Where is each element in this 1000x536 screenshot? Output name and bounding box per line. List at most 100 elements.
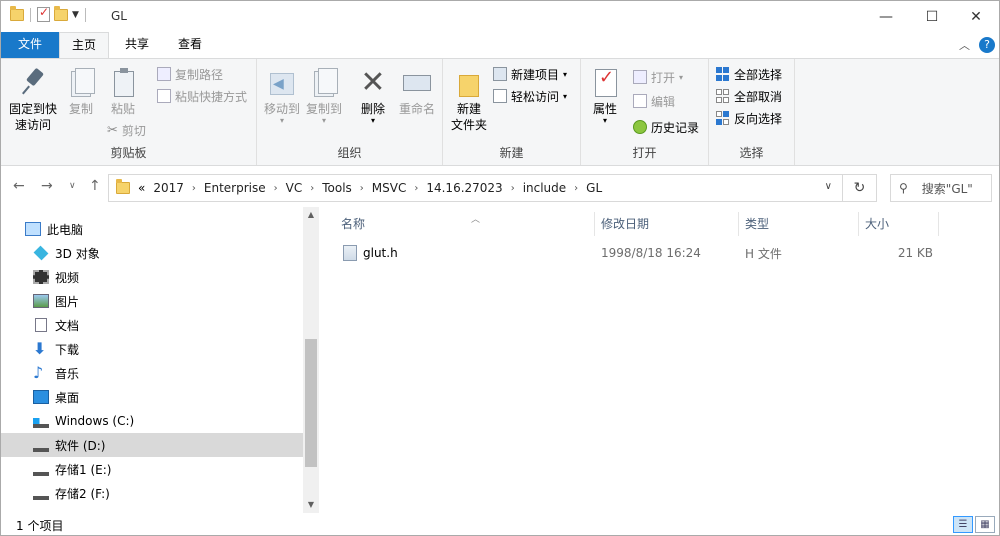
edit-label: 编辑 — [651, 94, 676, 109]
nav-item-music[interactable]: ♪ 音乐 — [1, 361, 303, 385]
scroll-up-icon[interactable]: ▲ — [303, 207, 319, 223]
back-arrow-icon[interactable]: ← — [13, 178, 25, 194]
tab-view[interactable]: 查看 — [167, 32, 213, 58]
easy-access-button[interactable]: 轻松访问 ▾ — [493, 87, 567, 105]
copy-path-icon — [157, 67, 171, 81]
address-bar[interactable]: « 2017 › Enterprise › VC › Tools › MSVC › 14.… — [108, 174, 843, 202]
search-box[interactable]: ⚲ 搜索"GL" — [890, 174, 992, 202]
rename-button[interactable]: 重命名 — [395, 67, 439, 117]
refresh-button[interactable]: ↻ — [843, 174, 877, 202]
invert-selection-button[interactable]: 反向选择 — [716, 109, 782, 127]
select-all-button[interactable]: 全部选择 — [716, 65, 782, 83]
chevron-right-icon[interactable]: › — [511, 183, 515, 194]
header-file-icon — [343, 245, 357, 261]
paste-button[interactable]: 粘贴 — [105, 67, 141, 117]
breadcrumb-item[interactable]: Enterprise — [204, 181, 266, 195]
nav-item-documents[interactable]: 文档 — [1, 313, 303, 337]
pin-quick-access-button[interactable]: 固定到快 速访问 — [7, 67, 59, 133]
breadcrumb-item[interactable]: GL — [586, 181, 602, 195]
nav-item-drive-d[interactable]: 软件 (D:) — [1, 433, 303, 457]
nav-scrollbar[interactable]: ▲ ▼ — [303, 207, 319, 513]
customize-qat-dropdown-icon[interactable]: ▼ — [72, 10, 79, 20]
cut-button[interactable]: ✂ 剪切 — [107, 121, 146, 139]
breadcrumb-item[interactable]: include — [523, 181, 566, 195]
column-header-name[interactable]: ︿ 名称 — [335, 212, 595, 236]
nav-item-pictures[interactable]: 图片 — [1, 289, 303, 313]
group-label-select: 选择 — [739, 146, 764, 160]
history-button[interactable]: 历史记录 — [633, 118, 699, 136]
copy-button[interactable]: 复制 — [63, 67, 99, 117]
scissors-icon: ✂ — [107, 122, 118, 138]
nav-item-this-pc[interactable]: 此电脑 — [1, 217, 303, 241]
scroll-down-icon[interactable]: ▼ — [303, 497, 319, 513]
collapse-ribbon-icon[interactable]: ︿ — [959, 37, 970, 53]
chevron-right-icon[interactable]: › — [360, 183, 364, 194]
tab-file[interactable]: 文件 — [1, 32, 59, 58]
easy-access-icon — [493, 89, 507, 103]
chevron-right-icon[interactable]: › — [414, 183, 418, 194]
nav-item-drive-c[interactable]: Windows (C:) — [1, 409, 303, 433]
edit-button[interactable]: 编辑 — [633, 92, 675, 110]
select-none-label: 全部取消 — [734, 89, 783, 104]
easy-access-label: 轻松访问 — [511, 89, 560, 104]
copy-path-button[interactable]: 复制路径 — [157, 65, 223, 83]
dropdown-icon: ▾ — [602, 116, 607, 125]
chevron-right-icon[interactable]: › — [310, 183, 314, 194]
column-header-type[interactable]: 类型 — [739, 212, 859, 236]
chevron-right-icon[interactable]: › — [574, 183, 578, 194]
delete-button[interactable]: ✕ 删除 ▾ — [355, 67, 391, 125]
breadcrumb-overflow[interactable]: « — [138, 181, 145, 195]
separator — [84, 7, 86, 22]
nav-item-desktop[interactable]: 桌面 — [1, 385, 303, 409]
properties-check-icon — [589, 67, 621, 99]
breadcrumb-item[interactable]: 14.16.27023 — [426, 181, 502, 195]
breadcrumb-item[interactable]: VC — [286, 181, 303, 195]
details-view-icon: ☰ — [958, 519, 968, 530]
properties-button[interactable]: 属性 ▾ — [587, 67, 623, 125]
up-arrow-icon[interactable]: ↑ — [89, 178, 101, 194]
copy-to-button[interactable]: 复制到 ▾ — [303, 67, 345, 125]
tab-home[interactable]: 主页 — [59, 32, 109, 59]
nav-item-videos[interactable]: 视频 — [1, 265, 303, 289]
column-header-modified[interactable]: 修改日期 — [595, 212, 739, 236]
breadcrumb: 2017 › Enterprise › VC › Tools › MSVC › 14.16… — [153, 181, 602, 195]
column-header-size[interactable]: 大小 — [859, 212, 939, 236]
paste-shortcut-button[interactable]: 粘贴快捷方式 — [157, 87, 247, 105]
move-to-button[interactable]: 移动到 ▾ — [261, 67, 303, 125]
close-button[interactable]: ✕ — [953, 1, 999, 32]
new-folder-button[interactable]: 新建 文件夹 — [447, 67, 491, 133]
navigation-bar: ← → ∨ ↑ « 2017 › Enterprise › VC › Tools › M… — [1, 167, 999, 207]
address-dropdown-icon[interactable]: ∨ — [825, 181, 832, 192]
help-icon[interactable]: ? — [979, 37, 995, 53]
large-icons-view-button[interactable]: ▦ — [975, 516, 995, 533]
title-bar: ▼ GL — ☐ ✕ — [1, 1, 999, 32]
nav-item-drive-e[interactable]: 存储1 (E:) — [1, 457, 303, 481]
new-item-button[interactable]: 新建项目 ▾ — [493, 65, 567, 83]
properties-icon[interactable] — [37, 5, 50, 22]
recent-locations-chevron-icon[interactable]: ∨ — [69, 181, 76, 191]
dropdown-icon: ▾ — [563, 91, 568, 101]
select-none-button[interactable]: 全部取消 — [716, 87, 782, 105]
breadcrumb-item[interactable]: 2017 — [153, 181, 184, 195]
table-row[interactable]: glut.h 1998/8/18 16:24 H 文件 21 KB — [335, 241, 945, 265]
tab-share[interactable]: 共享 — [115, 32, 159, 58]
move-to-label: 移动到 — [263, 102, 300, 116]
open-button[interactable]: 打开 ▾ — [633, 68, 683, 86]
forward-arrow-icon[interactable]: → — [41, 178, 53, 194]
nav-scrollbar-thumb[interactable] — [305, 339, 317, 467]
chevron-right-icon[interactable]: › — [192, 183, 196, 194]
nav-item-drive-f[interactable]: 存储2 (F:) — [1, 481, 303, 505]
column-header-name-label: 名称 — [341, 217, 366, 231]
navigation-pane: 此电脑 3D 对象 视频 图片 文档 ⬇ 下载 ♪ 音乐 桌面 Windows … — [1, 207, 319, 513]
maximize-button[interactable]: ☐ — [909, 1, 955, 32]
file-name: glut.h — [363, 246, 398, 260]
nav-item-downloads[interactable]: ⬇ 下载 — [1, 337, 303, 361]
minimize-button[interactable]: — — [863, 1, 909, 32]
nav-item-label: 音乐 — [55, 366, 80, 381]
chevron-right-icon[interactable]: › — [274, 183, 278, 194]
details-view-button[interactable]: ☰ — [953, 516, 973, 533]
nav-item-3d-objects[interactable]: 3D 对象 — [1, 241, 303, 265]
breadcrumb-item[interactable]: Tools — [322, 181, 352, 195]
breadcrumb-item[interactable]: MSVC — [372, 181, 407, 195]
new-folder-icon[interactable] — [54, 5, 68, 21]
